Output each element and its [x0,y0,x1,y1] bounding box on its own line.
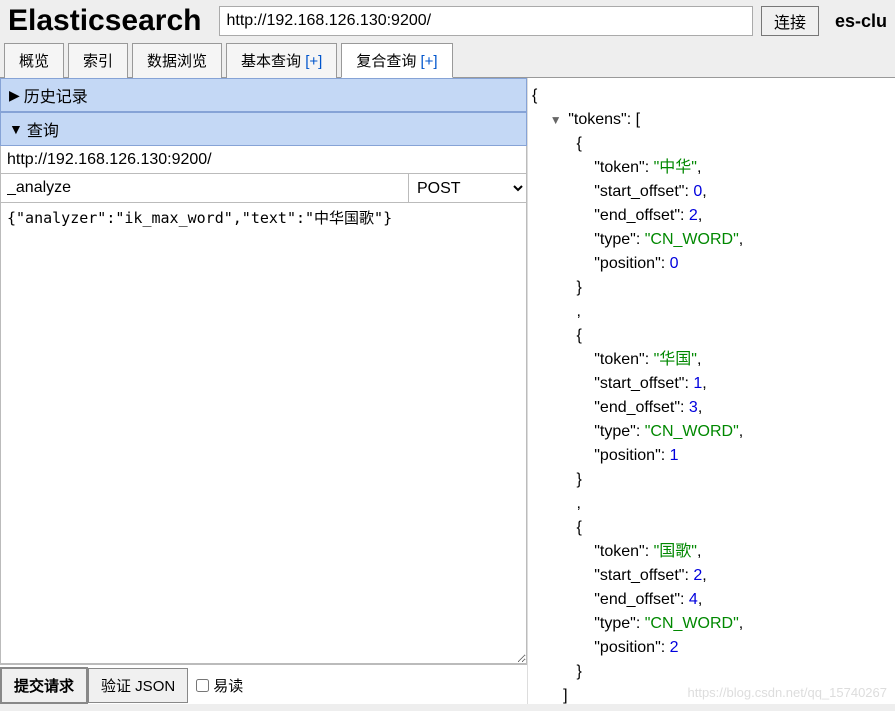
action-bar: 提交请求 验证 JSON 易读 [0,664,527,704]
json-line: "start_offset": 0, [532,180,891,204]
submit-button[interactable]: 提交请求 [0,667,88,704]
tab-0[interactable]: 概览 [4,43,64,78]
json-line: } [532,660,891,684]
json-line: } [532,276,891,300]
request-body-textarea[interactable] [0,203,527,664]
query-panel: ▶ 历史记录 ▼ 查询 POST 提交请求 验证 JSON 易读 [0,78,528,704]
header-bar: Elasticsearch 连接 es-clu [0,0,895,42]
json-line: "type": "CN_WORD", [532,420,891,444]
main-content: ▶ 历史记录 ▼ 查询 POST 提交请求 验证 JSON 易读 { ▼ "to… [0,78,895,704]
history-section-header[interactable]: ▶ 历史记录 [0,78,527,112]
json-line: "position": 2 [532,636,891,660]
tab-3[interactable]: 基本查询 [+] [226,43,337,78]
readable-checkbox-label[interactable]: 易读 [196,675,243,696]
cluster-name-label: es-clu [835,11,887,32]
json-line: } [532,468,891,492]
json-line: "end_offset": 3, [532,396,891,420]
tab-4[interactable]: 复合查询 [+] [341,43,452,78]
json-line: "position": 0 [532,252,891,276]
json-line: { [532,324,891,348]
app-logo: Elasticsearch [8,4,201,38]
readable-checkbox[interactable] [196,679,209,692]
cluster-url-input[interactable] [219,6,752,36]
validate-json-button[interactable]: 验证 JSON [88,668,188,703]
json-line: { [532,84,891,108]
json-line: { [532,516,891,540]
json-line: "token": "国歌", [532,540,891,564]
json-line: "end_offset": 2, [532,204,891,228]
tab-2[interactable]: 数据浏览 [132,43,222,78]
tab-1[interactable]: 索引 [68,43,128,78]
json-line: "type": "CN_WORD", [532,228,891,252]
json-line: , [532,300,891,324]
json-line: ▼ "tokens": [ [532,108,891,132]
json-line: "position": 1 [532,444,891,468]
method-select[interactable]: POST [408,174,526,202]
query-section-header[interactable]: ▼ 查询 [0,112,527,146]
json-line: , [532,492,891,516]
json-line: "start_offset": 2, [532,564,891,588]
endpoint-input[interactable] [0,146,527,174]
history-label: 历史记录 [24,83,88,107]
path-method-row: POST [0,174,527,203]
query-label: 查询 [27,117,59,141]
expand-right-icon: ▶ [9,87,20,104]
json-line: { [532,132,891,156]
readable-label: 易读 [213,675,243,696]
nav-tabs: 概览 索引 数据浏览 基本查询 [+]复合查询 [+] [0,42,895,78]
watermark-text: https://blog.csdn.net/qq_15740267 [688,685,888,700]
json-line: "token": "华国", [532,348,891,372]
tab-plus-icon[interactable]: [+] [305,53,322,70]
path-input[interactable] [1,174,408,202]
json-line: "start_offset": 1, [532,372,891,396]
expand-down-icon: ▼ [9,121,23,137]
response-panel: { ▼ "tokens": [ { "token": "中华", "start_… [528,78,895,704]
json-line: "end_offset": 4, [532,588,891,612]
json-line: "token": "中华", [532,156,891,180]
json-line: "type": "CN_WORD", [532,612,891,636]
tab-plus-icon[interactable]: [+] [421,53,438,70]
connect-button[interactable]: 连接 [761,6,819,36]
collapse-icon[interactable]: ▼ [550,111,564,129]
